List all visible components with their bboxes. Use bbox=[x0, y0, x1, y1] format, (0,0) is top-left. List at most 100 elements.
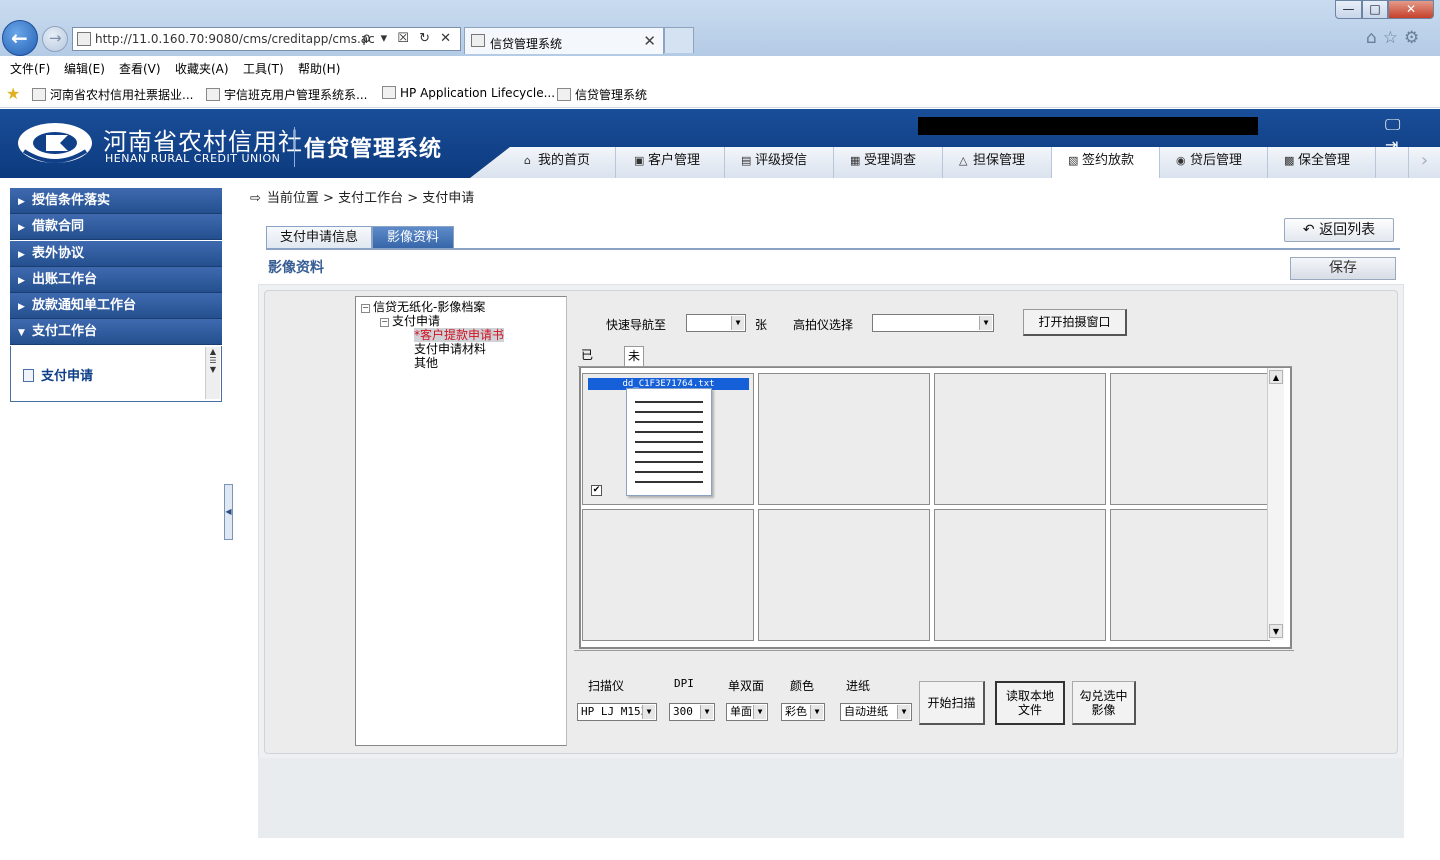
contract-icon: ▧ bbox=[1068, 154, 1079, 167]
return-icon: ↶ bbox=[1302, 222, 1315, 238]
sidebar-item-loan-notice-desk[interactable]: ▶ 放款通知单工作台 bbox=[10, 293, 222, 320]
nav-tab-rating[interactable]: ▤ 评级授信 bbox=[724, 147, 834, 178]
text-document-icon bbox=[626, 388, 712, 496]
sidebar-item-credit-conditions[interactable]: ▶ 授信条件落实 bbox=[10, 188, 222, 214]
dropdown-arrow-icon: ▼ bbox=[897, 705, 910, 719]
collapse-icon[interactable]: − bbox=[361, 304, 370, 313]
window-minimize-button[interactable]: — bbox=[1335, 0, 1362, 19]
feed-label: 进纸 bbox=[846, 679, 871, 693]
nav-tab-customer[interactable]: ▣ 客户管理 bbox=[615, 147, 725, 178]
sidebar-subitem-payment-request[interactable]: 支付申请 bbox=[23, 365, 93, 384]
menu-favorites[interactable]: 收藏夹(A) bbox=[175, 60, 229, 77]
thumbnail-cell-empty[interactable] bbox=[1110, 373, 1270, 505]
tab-image-data[interactable]: 影像资料 bbox=[372, 226, 454, 248]
browser-tab-title: 信贷管理系统 bbox=[490, 37, 563, 51]
dpi-select[interactable]: 300 ▼ bbox=[669, 703, 715, 721]
favorite-item[interactable]: 河南省农村信用社票据业... bbox=[32, 86, 193, 103]
duplex-select[interactable]: 单面 ▼ bbox=[726, 703, 768, 721]
thumbnail-cell-empty[interactable] bbox=[934, 509, 1106, 641]
breadcrumb-text: 当前位置 > 支付工作台 > 支付申请 bbox=[266, 191, 475, 206]
controls-divider bbox=[574, 650, 1294, 651]
panel-footer bbox=[258, 758, 1404, 838]
section-title: 影像资料 bbox=[268, 260, 324, 276]
thumbnail-cell[interactable]: dd_C1F3E71764.txt ✔ bbox=[582, 373, 754, 505]
address-bar[interactable]: http://11.0.160.70:9080/cms/creditapp/cm… bbox=[72, 27, 461, 51]
start-scan-button[interactable]: 开始扫描 bbox=[919, 681, 985, 725]
menu-tools[interactable]: 工具(T) bbox=[243, 60, 284, 77]
feed-select[interactable]: 自动进纸 ▼ bbox=[840, 703, 912, 721]
tab-payment-info[interactable]: 支付申请信息 bbox=[266, 226, 372, 248]
nav-tab-contract[interactable]: ▧ 签约放款 bbox=[1051, 147, 1159, 178]
expand-arrow-icon: ▶ bbox=[18, 302, 25, 313]
thumbnail-cell-empty[interactable] bbox=[758, 373, 930, 505]
browser-menubar: 文件(F) 编辑(E) 查看(V) 收藏夹(A) 工具(T) 帮助(H) bbox=[0, 56, 1440, 80]
sidebar-collapse-handle[interactable]: ◀ bbox=[224, 484, 233, 540]
browser-back-button[interactable]: ← bbox=[2, 20, 38, 56]
new-tab-button[interactable] bbox=[664, 27, 694, 53]
dropdown-arrow-icon: ▼ bbox=[642, 705, 655, 719]
logo-icon bbox=[18, 123, 92, 163]
read-local-file-button[interactable]: 读取本地 文件 bbox=[995, 681, 1065, 725]
nav-tab-survey[interactable]: ▦ 受理调查 bbox=[833, 147, 943, 178]
favorites-star-icon[interactable]: ★ bbox=[6, 84, 20, 103]
color-select[interactable]: 彩色 ▼ bbox=[781, 703, 825, 721]
sidebar-item-payment-desk[interactable]: ▼ 支付工作台 bbox=[10, 319, 222, 346]
window-maximize-button[interactable]: □ bbox=[1362, 0, 1388, 19]
camera-select-label: 高拍仪选择 bbox=[793, 318, 854, 332]
dropdown-arrow-icon: ▼ bbox=[700, 705, 713, 719]
address-url[interactable]: http://11.0.160.70:9080/cms/creditapp/cm… bbox=[95, 32, 375, 46]
menu-file[interactable]: 文件(F) bbox=[10, 60, 50, 77]
save-button[interactable]: 保存 bbox=[1290, 257, 1396, 280]
grid-scrollbar[interactable]: ▲ ▼ bbox=[1267, 368, 1284, 640]
menu-edit[interactable]: 编辑(E) bbox=[64, 60, 105, 77]
scanner-select[interactable]: HP LJ M153 ▼ bbox=[577, 703, 657, 721]
rating-icon: ▤ bbox=[741, 154, 752, 167]
nav-tab-preservation[interactable]: ▩ 保全管理 bbox=[1267, 147, 1375, 178]
sidebar-item-loan-contract[interactable]: ▶ 借款合同 bbox=[10, 214, 222, 241]
browser-titlebar: ← → http://11.0.160.70:9080/cms/creditap… bbox=[0, 0, 1440, 56]
expand-arrow-icon: ▶ bbox=[18, 223, 25, 234]
sidebar-scrollbar[interactable]: ▲ ☰ ▼ bbox=[205, 346, 220, 399]
favorite-item[interactable]: HP Application Lifecycle... bbox=[382, 86, 555, 100]
menu-help[interactable]: 帮助(H) bbox=[298, 60, 340, 77]
address-tools-icons[interactable]: ρ ▾ ☒ ↻ ✕ bbox=[362, 31, 454, 46]
thumbnail-checkbox[interactable]: ✔ bbox=[591, 485, 602, 496]
window-close-button[interactable]: ✕ bbox=[1388, 0, 1434, 19]
favorite-item[interactable]: 宇信班克用户管理系统系... bbox=[206, 86, 367, 103]
tab-close-icon[interactable]: ✕ bbox=[643, 32, 656, 50]
collapse-icon[interactable]: − bbox=[380, 318, 389, 327]
thumbnail-cell-empty[interactable] bbox=[758, 509, 930, 641]
thumbnail-cell-empty[interactable] bbox=[1110, 509, 1270, 641]
nav-more-icon[interactable]: › bbox=[1408, 147, 1440, 178]
color-label: 颜色 bbox=[790, 679, 815, 693]
tab-page-icon bbox=[471, 34, 485, 47]
check-selected-images-button[interactable]: 勾兑选中 影像 bbox=[1072, 681, 1136, 725]
quick-nav-select[interactable]: ▼ bbox=[686, 314, 746, 332]
page-unit-label: 张 bbox=[755, 318, 768, 332]
nav-tab-postloan[interactable]: ◉ 贷后管理 bbox=[1159, 147, 1267, 178]
sidebar-item-disbursement-desk[interactable]: ▶ 出账工作台 bbox=[10, 266, 222, 293]
scroll-down-icon[interactable]: ▼ bbox=[1269, 624, 1283, 638]
open-camera-button[interactable]: 打开拍摄窗口 bbox=[1023, 309, 1127, 336]
tab-unchecked[interactable]: 未勾兑 bbox=[624, 346, 645, 399]
thumbnail-cell-empty[interactable] bbox=[934, 373, 1106, 505]
tree-leaf-other[interactable]: 其他 bbox=[414, 354, 438, 371]
browser-forward-button[interactable]: → bbox=[42, 26, 68, 52]
scroll-up-icon[interactable]: ▲ bbox=[1269, 370, 1283, 384]
main-content: ⇨ 当前位置 > 支付工作台 > 支付申请 支付申请信息 影像资料 ↶ 返回列表 … bbox=[240, 180, 1440, 860]
nav-tab-guarantee[interactable]: △ 担保管理 bbox=[942, 147, 1052, 178]
browser-tab[interactable]: 信贷管理系统 ✕ bbox=[464, 27, 664, 54]
forward-arrow-icon: → bbox=[49, 29, 62, 47]
thumbnail-cell-empty[interactable] bbox=[582, 509, 754, 641]
menu-view[interactable]: 查看(V) bbox=[119, 60, 161, 77]
location-icon: ⇨ bbox=[250, 191, 261, 206]
archive-tree: − 信贷无纸化-影像档案 − 支付申请 *客户提款申请书 支付申请材料 其他 bbox=[355, 296, 567, 746]
nav-tab-home[interactable]: ⌂ 我的首页 bbox=[510, 147, 620, 178]
camera-select[interactable]: ▼ bbox=[872, 314, 994, 332]
browser-toolbar-icons[interactable]: ⌂☆⚙ bbox=[1366, 28, 1425, 48]
nav-tab-blank bbox=[1375, 147, 1408, 178]
tab-checked[interactable]: 已勾兑 bbox=[578, 346, 596, 398]
sidebar-item-offbalance[interactable]: ▶ 表外协议 bbox=[10, 240, 222, 267]
back-to-list-button[interactable]: ↶ 返回列表 bbox=[1284, 218, 1394, 242]
favorite-item[interactable]: 信贷管理系统 bbox=[557, 86, 647, 103]
